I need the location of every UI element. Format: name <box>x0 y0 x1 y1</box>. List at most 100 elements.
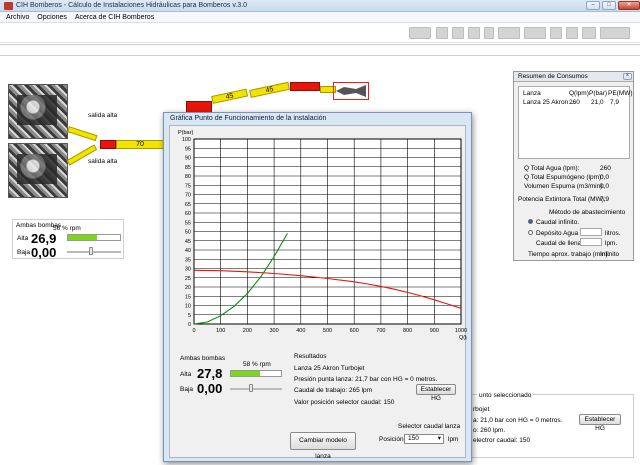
app-icon <box>4 2 13 10</box>
dialog-alta-label: Alta <box>180 371 192 378</box>
rpm-label: 56 % rpm <box>53 225 81 232</box>
establecer-hg-button-bg[interactable]: Establecer HG <box>579 414 621 432</box>
pump-engine-2[interactable] <box>8 143 68 198</box>
x-tick-label: 1000 <box>455 328 467 334</box>
posicion-select[interactable]: 150 ▾ <box>404 434 444 444</box>
dialog-bombs-title: Ambas bombas <box>180 355 226 362</box>
window-title: CIH Bomberos - Cálculo de Instalaciones … <box>16 2 247 9</box>
pump-icon[interactable] <box>498 27 520 39</box>
q-agua-label: Q Total Agua (lpm): <box>524 165 580 172</box>
radio-caudal-infinito[interactable] <box>528 219 533 224</box>
divider-icon[interactable] <box>436 27 448 39</box>
resumen-title: Resumen de Consumos <box>514 72 633 82</box>
dialog-baja-value: 0,00 <box>197 381 223 396</box>
y-tick-label: 65 <box>185 202 191 208</box>
caudal-llenado-unit: lpm. <box>605 240 618 247</box>
row-q[interactable]: 260 <box>569 99 580 106</box>
print-icon[interactable] <box>566 27 578 39</box>
nozzle-selection[interactable] <box>333 82 369 100</box>
dialog-title: Gráfica Punto de Funcionamiento de la in… <box>170 115 327 122</box>
reducer[interactable] <box>290 82 320 91</box>
close-icon[interactable]: × <box>623 73 632 80</box>
x-tick-label: 200 <box>243 328 252 334</box>
row-lanza[interactable]: Lanza 25 Akron ... <box>523 99 575 106</box>
hose-2-length[interactable]: 45 <box>211 88 249 104</box>
tiempo-value: Infinito <box>600 251 620 258</box>
minimize-icon[interactable]: – <box>586 1 600 10</box>
title-bar: CIH Bomberos - Cálculo de Instalaciones … <box>0 0 640 12</box>
pump-engine-1[interactable] <box>8 84 68 139</box>
selected-presion: a: 21,0 bar con HG = 0 metros. <box>473 417 563 424</box>
baja-label: Baja <box>17 249 31 256</box>
hose-1-length[interactable]: 70 <box>116 140 164 149</box>
nozzle-icon[interactable] <box>409 27 431 39</box>
x-tick-label: 600 <box>350 328 359 334</box>
x-tick-label: 900 <box>430 328 439 334</box>
y-axis-label: P(bar) <box>178 130 193 136</box>
col-p: P(bar) <box>589 90 608 97</box>
menu-opciones[interactable]: Opciones <box>37 14 67 21</box>
bombs-panel: Ambas bombas 56 % rpm Alta 26,9 Baja 0,0… <box>12 219 124 260</box>
deposito-unit: litros. <box>605 230 621 237</box>
col-q: Q(lpm) <box>569 90 589 97</box>
y-tick-label: 35 <box>185 257 191 263</box>
rpm-slider[interactable] <box>67 251 121 253</box>
radio-deposito[interactable] <box>528 230 533 235</box>
resumen-panel: Resumen de Consumos × Lanza Q(lpm) P(bar… <box>513 71 634 261</box>
y-tick-label: 55 <box>185 220 191 226</box>
settings-icon[interactable] <box>600 27 630 39</box>
y-tick-label: 0 <box>188 322 191 328</box>
resultados-lanza: Lanza 25 Akron Turbojet <box>294 365 365 372</box>
y-tick-label: 30 <box>185 267 191 273</box>
hose-outlet-1[interactable] <box>67 126 98 142</box>
row-pe[interactable]: 7,9 <box>610 99 619 106</box>
volumen-espuma-label: Volumen Espuma (m3/min): <box>524 183 605 190</box>
y-tick-label: 95 <box>185 146 191 152</box>
y-tick-label: 15 <box>185 294 191 300</box>
establecer-hg-button[interactable]: Establecer HG <box>416 384 456 402</box>
dialog-rpm-slider-thumb[interactable] <box>248 384 253 392</box>
deposito-input[interactable] <box>580 228 602 236</box>
menu-acerca[interactable]: Acerca de CIH Bomberos <box>75 14 154 21</box>
y-tick-label: 70 <box>185 193 191 199</box>
dialog-alta-value: 27,8 <box>197 366 223 381</box>
row-p[interactable]: 21,0 <box>591 99 604 106</box>
separator <box>0 44 640 45</box>
maximize-icon[interactable]: □ <box>602 1 616 10</box>
toolbar <box>0 23 640 43</box>
export-icon[interactable] <box>582 27 596 39</box>
y-tick-label: 40 <box>185 248 191 254</box>
y-tick-label: 80 <box>185 174 191 180</box>
tiempo-label: Tiempo aprox. trabajo (min): <box>528 251 610 258</box>
outlet-label-2: salida alta <box>88 158 118 165</box>
posicion-unit: lpm <box>448 436 459 443</box>
potencia-value: 7,9 <box>600 196 610 203</box>
hose-icon[interactable] <box>484 27 494 39</box>
x-tick-label: 800 <box>403 328 412 334</box>
dialog-baja-label: Baja <box>180 386 194 393</box>
consumos-table: Lanza Q(lpm) P(bar) PE(MW) Lanza 25 Akro… <box>518 86 633 159</box>
selected-point-title: unto seleccionado <box>477 392 534 399</box>
cambiar-modelo-button[interactable]: Cambiar modelo lanza <box>290 432 356 460</box>
potencia-label: Potencia Extintora Total (MW): <box>518 196 606 203</box>
x-tick-label: 400 <box>296 328 305 334</box>
close-icon[interactable]: ✕ <box>618 1 640 10</box>
menu-archivo[interactable]: Archivo <box>6 14 29 21</box>
operating-point-chart: 0 100 200 300 400 500 600 700 800 900 1000 0 5 10 15 20… <box>178 130 467 341</box>
outlet-label-1: salida alta <box>88 112 118 119</box>
calc-icon[interactable] <box>524 27 546 39</box>
collector[interactable] <box>100 140 116 149</box>
reducer-icon[interactable] <box>468 27 480 39</box>
valve-icon[interactable] <box>452 27 464 39</box>
grid-icon[interactable] <box>550 27 562 39</box>
rpm-slider-thumb[interactable] <box>89 247 94 255</box>
hose-3-length[interactable]: 45 <box>249 81 290 98</box>
volumen-espuma-value: 0,0 <box>600 183 610 190</box>
baja-value: 0,00 <box>31 245 57 260</box>
chart-dialog: Gráfica Punto de Funcionamiento de la in… <box>163 112 472 462</box>
dialog-rpm-slider[interactable] <box>230 388 282 390</box>
caudal-llenado-input[interactable] <box>580 238 602 246</box>
caudal-infinito-label: Caudal infinito. <box>536 219 579 226</box>
y-tick-label: 60 <box>185 211 191 217</box>
dialog-rpm-label: 58 % rpm <box>243 361 271 368</box>
